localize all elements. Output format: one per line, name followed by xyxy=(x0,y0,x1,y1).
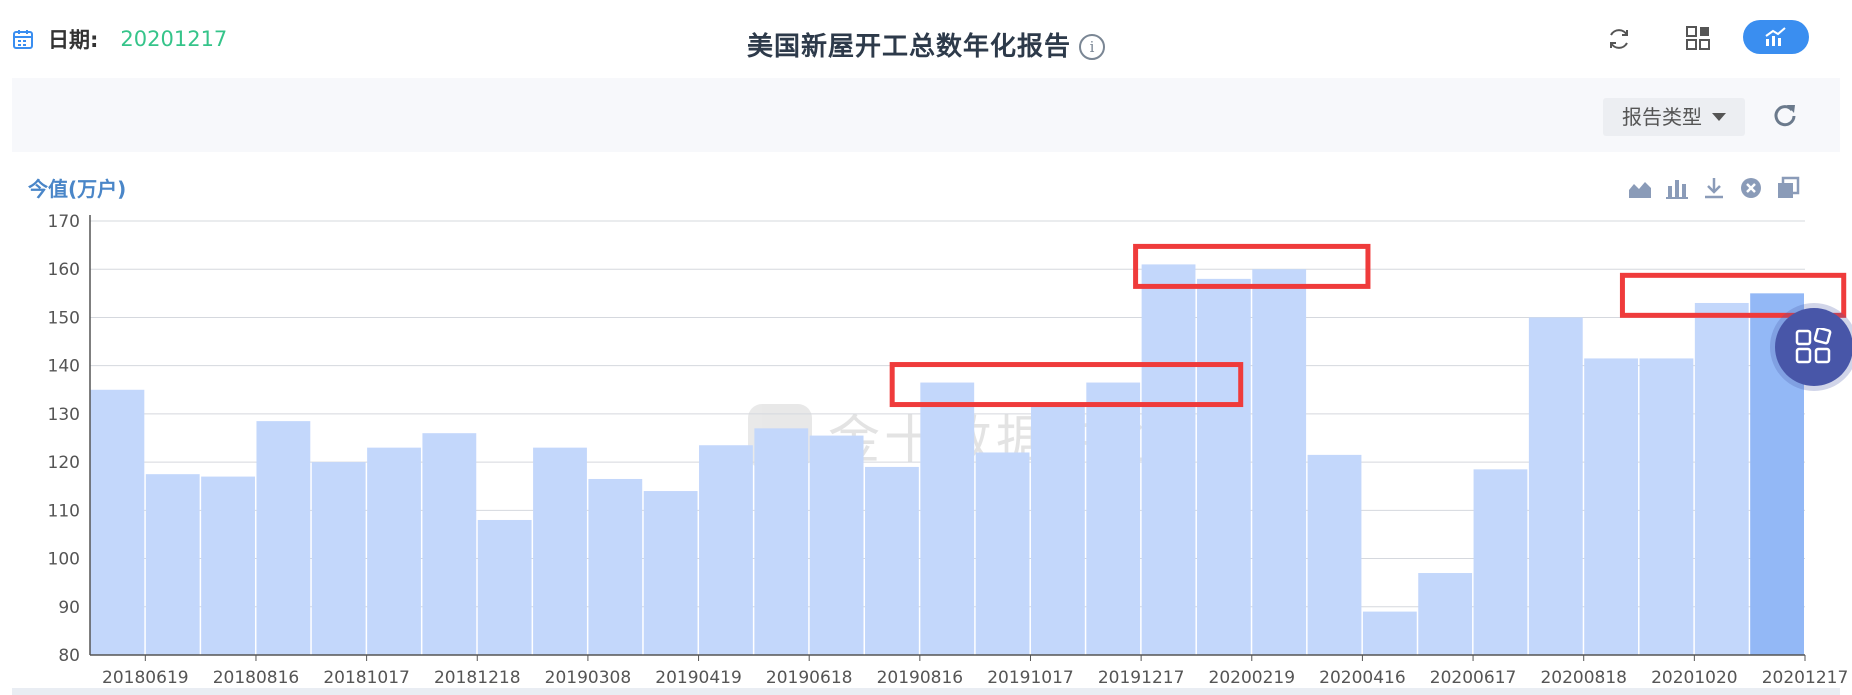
x-tick-label: 20190419 xyxy=(655,668,742,688)
x-tick-label: 20181017 xyxy=(323,668,410,688)
bar xyxy=(865,466,919,655)
apps-icon xyxy=(1795,328,1832,364)
bar xyxy=(809,435,864,655)
y-tick-label: 90 xyxy=(58,598,80,618)
bar xyxy=(643,491,698,655)
bar xyxy=(754,428,809,655)
y-tick-label: 150 xyxy=(48,308,80,328)
x-tick-label: 20200818 xyxy=(1540,668,1627,688)
y-tick-label: 110 xyxy=(48,501,80,521)
bar xyxy=(1362,611,1417,655)
bar xyxy=(699,445,753,655)
bar xyxy=(1694,302,1749,655)
y-tick-label: 100 xyxy=(48,550,80,570)
bar xyxy=(1307,454,1362,655)
bar xyxy=(145,474,200,655)
y-tick-label: 170 xyxy=(48,212,80,232)
y-tick-label: 130 xyxy=(48,405,80,425)
bar xyxy=(201,476,255,655)
bar xyxy=(1418,573,1473,655)
x-tick-label: 20190816 xyxy=(877,668,964,688)
bar xyxy=(920,382,975,655)
bar xyxy=(1473,469,1528,655)
bar xyxy=(533,447,587,655)
y-tick-label: 80 xyxy=(58,646,80,666)
bar xyxy=(422,433,477,655)
bar xyxy=(975,452,1030,655)
x-tick-label: 20180619 xyxy=(102,668,189,688)
x-tick-label: 20190308 xyxy=(545,668,632,688)
bar xyxy=(1528,317,1583,655)
bar xyxy=(588,478,643,655)
bar xyxy=(1196,278,1251,655)
x-tick-label: 20201020 xyxy=(1651,668,1738,688)
bar xyxy=(311,462,366,655)
x-tick-label: 20191217 xyxy=(1098,668,1185,688)
bar xyxy=(256,421,311,655)
y-tick-label: 140 xyxy=(48,357,80,377)
floating-menu-button[interactable] xyxy=(1775,308,1852,386)
bottom-strip xyxy=(12,688,1840,695)
bar xyxy=(367,447,421,655)
y-tick-label: 160 xyxy=(48,260,80,280)
x-tick-label: 20180816 xyxy=(213,668,300,688)
x-tick-label: 20191017 xyxy=(987,668,1074,688)
bar xyxy=(1252,269,1307,655)
bar xyxy=(477,519,532,655)
x-tick-label: 20200416 xyxy=(1319,668,1406,688)
x-tick-label: 20190618 xyxy=(766,668,853,688)
x-tick-label: 20181218 xyxy=(434,668,521,688)
y-tick-label: 120 xyxy=(48,453,80,473)
bar xyxy=(1639,358,1694,655)
x-tick-label: 20200617 xyxy=(1430,668,1517,688)
bar xyxy=(1141,264,1196,655)
bar xyxy=(1030,406,1085,655)
bar xyxy=(1584,358,1639,655)
bar xyxy=(1086,382,1141,655)
x-tick-label: 20201217 xyxy=(1762,668,1849,688)
bar-chart: 80 90 100 110 120 130 140 150 160 170 20180619 2018… xyxy=(48,212,1849,688)
bar xyxy=(90,389,145,655)
x-tick-label: 20200219 xyxy=(1209,668,1296,688)
